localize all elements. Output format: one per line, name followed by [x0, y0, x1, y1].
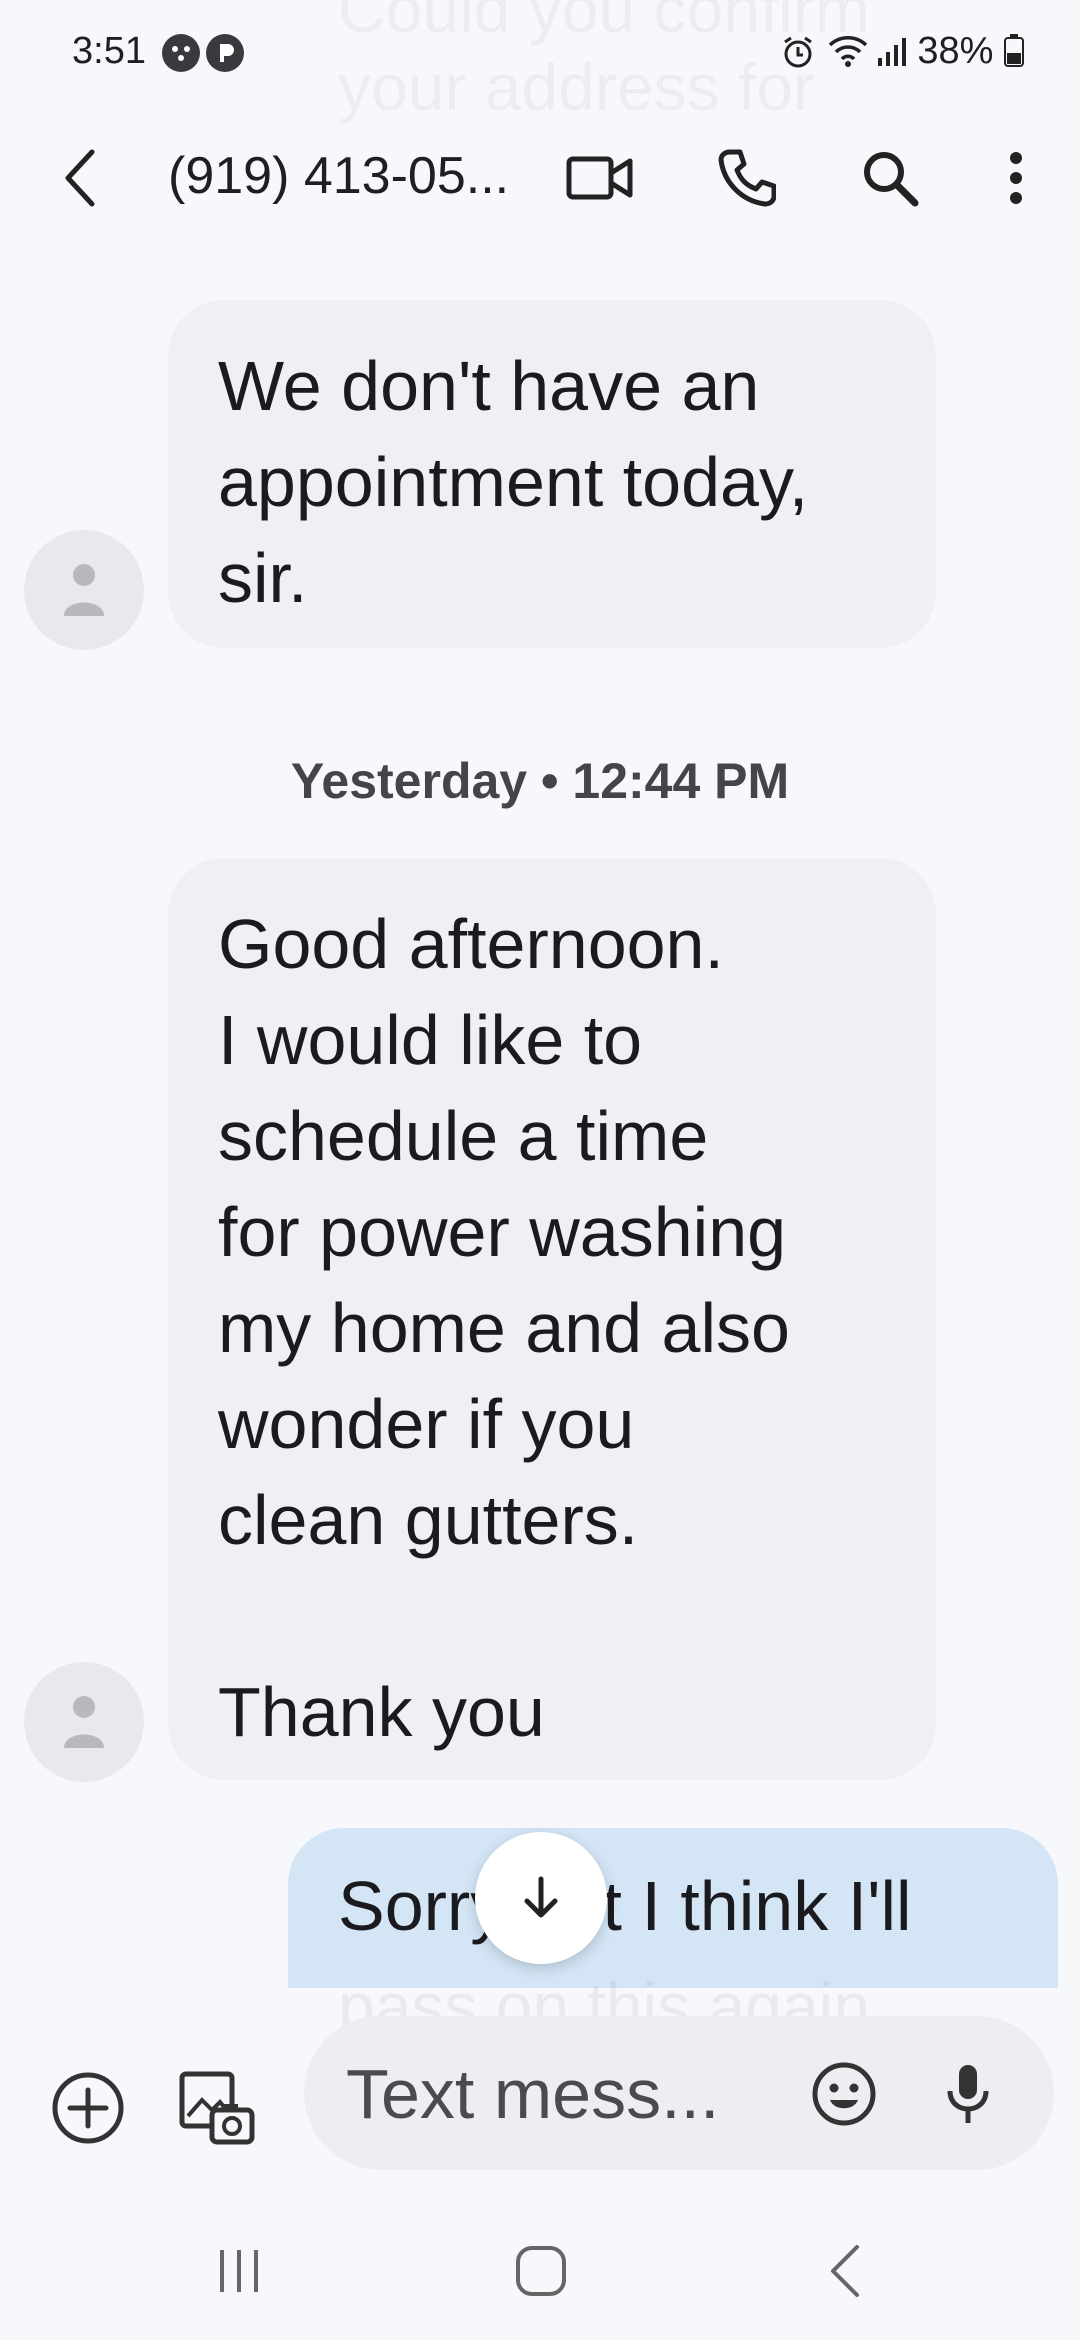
emoji-icon: [812, 2062, 876, 2126]
video-call-icon: [566, 156, 633, 200]
recents-icon: [220, 2250, 258, 2292]
message-bubble-incoming[interactable]: We don't have an appointment today, sir.: [168, 300, 936, 648]
contact-avatar[interactable]: [24, 530, 144, 650]
search-button[interactable]: [852, 140, 928, 216]
more-vert-icon: [1010, 152, 1022, 204]
back-nav-button[interactable]: [800, 2226, 890, 2316]
recent-apps-button[interactable]: [194, 2226, 284, 2316]
message-bubble-outgoing[interactable]: Sorry but I think I'll: [288, 1828, 1058, 1988]
contact-title[interactable]: (919) 413-05...: [168, 146, 509, 206]
status-time: 3:51: [72, 30, 146, 72]
message-input[interactable]: [346, 2056, 786, 2132]
home-button[interactable]: [496, 2226, 586, 2316]
emoji-button[interactable]: [804, 2054, 884, 2134]
gallery-button[interactable]: [166, 2058, 266, 2158]
back-button[interactable]: [44, 140, 120, 216]
video-call-button[interactable]: [562, 140, 638, 216]
person-icon: [64, 1696, 104, 1748]
home-icon: [516, 2246, 566, 2296]
notification-icon: [162, 34, 200, 72]
message-composer: [304, 2016, 1054, 2170]
person-icon: [64, 564, 104, 616]
arrow-down-icon: [524, 1876, 558, 1918]
search-icon: [864, 152, 919, 207]
more-options-button[interactable]: [978, 140, 1054, 216]
back-nav-icon: [831, 2245, 859, 2297]
message-bubble-incoming[interactable]: Good afternoon. I would like to schedule…: [168, 858, 936, 1780]
call-button[interactable]: [708, 140, 784, 216]
attach-button[interactable]: [38, 2058, 138, 2158]
voice-input-button[interactable]: [928, 2054, 1008, 2134]
gallery-camera-icon: [179, 2071, 255, 2145]
contact-avatar[interactable]: [24, 1662, 144, 1782]
phone-icon: [718, 149, 776, 207]
date-divider: Yesterday • 12:44 PM: [290, 753, 790, 809]
battery-icon: [1004, 34, 1024, 67]
add-circle-icon: [52, 2072, 124, 2144]
scrolled-message-ghost: Could you confirm your address for: [338, 0, 870, 124]
app-notification-icon: [206, 34, 244, 72]
microphone-icon: [947, 2065, 989, 2123]
back-arrow-icon: [65, 149, 95, 207]
scroll-to-bottom-button[interactable]: [475, 1832, 607, 1964]
